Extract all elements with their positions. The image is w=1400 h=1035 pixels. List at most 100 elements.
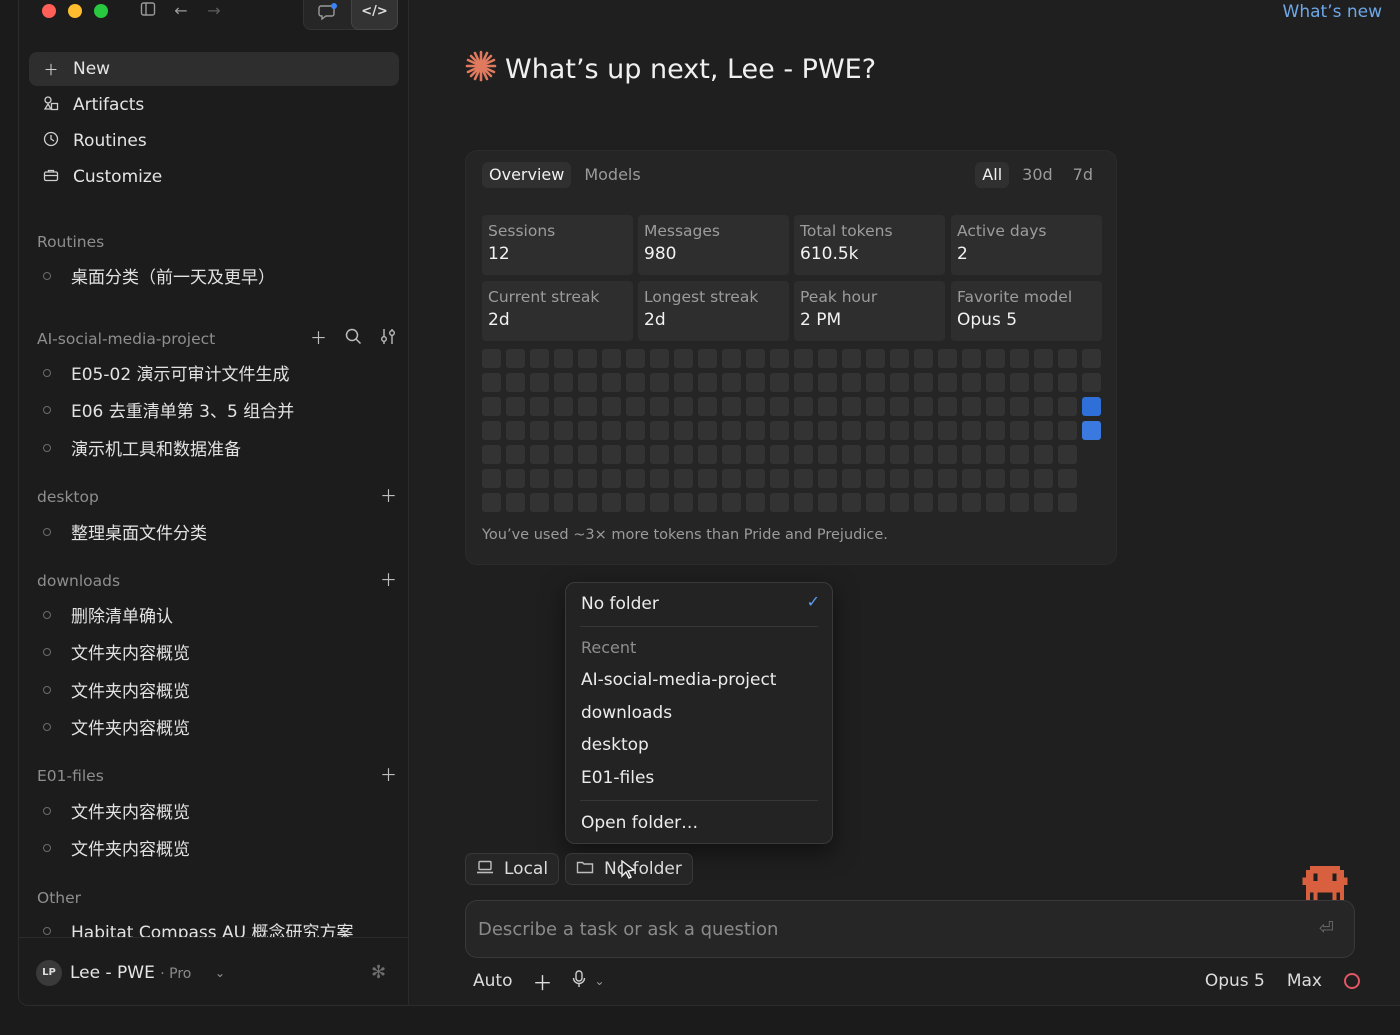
sparkle-settings-icon[interactable]: ✻	[371, 960, 386, 986]
list-item-label: 演示机工具和数据准备	[71, 440, 241, 460]
account-footer: LP Lee - PWE · Pro ⌄ ✻	[19, 937, 409, 1005]
list-item[interactable]: 删除清单确认	[37, 604, 397, 630]
list-item[interactable]: 文件夹内容概览	[37, 679, 397, 705]
add-icon[interactable]: ＋	[380, 486, 397, 508]
chevron-down-icon[interactable]: ⌄	[215, 960, 225, 986]
heatmap-cell	[770, 349, 789, 368]
heatmap-cell	[1058, 469, 1077, 488]
folder-option-recent[interactable]: AI-social-media-project	[581, 668, 776, 692]
heatmap-cell	[530, 493, 549, 512]
open-folder-option[interactable]: Open folder…	[581, 811, 698, 835]
list-item[interactable]: 整理桌面文件分类	[37, 521, 397, 547]
heatmap-cell	[602, 469, 621, 488]
back-arrow-icon[interactable]: ←	[170, 1, 192, 21]
heatmap-cell	[818, 373, 837, 392]
heatmap-cell	[578, 397, 597, 416]
chat-bubble-icon[interactable]	[318, 3, 338, 25]
section-ai-social-media-project: AI-social-media-project ＋	[37, 328, 397, 350]
stat-label: Favorite model	[957, 288, 1073, 306]
range-all[interactable]: All	[975, 162, 1010, 188]
effort-selector[interactable]: Max	[1287, 971, 1322, 991]
mode-selector[interactable]: Auto	[473, 971, 512, 991]
heatmap-cell	[554, 421, 573, 440]
stat-sessions: Sessions 12	[482, 215, 633, 275]
zoom-window-button[interactable]	[94, 4, 108, 18]
section-desktop: desktop ＋	[37, 486, 397, 508]
stat-label: Current streak	[488, 288, 600, 306]
heatmap-cell	[482, 349, 501, 368]
heatmap-cell	[626, 349, 645, 368]
list-item[interactable]: E05-02 演示可审计文件生成	[37, 362, 397, 388]
local-environment-chip[interactable]: Local	[465, 853, 560, 885]
nav-artifacts-label: Artifacts	[73, 95, 145, 115]
heatmap-cell	[482, 421, 501, 440]
add-attachment-icon[interactable]: ＋	[532, 967, 552, 996]
list-item[interactable]: 文件夹内容概览	[37, 716, 397, 742]
activity-heatmap	[482, 349, 1102, 519]
folder-option-no-folder[interactable]: No folder	[581, 592, 659, 616]
heatmap-cell	[554, 373, 573, 392]
sidebar-toggle-icon[interactable]	[137, 1, 159, 21]
code-view-button[interactable]: </>	[351, 0, 398, 30]
heatmap-cell	[530, 373, 549, 392]
heatmap-cell	[602, 445, 621, 464]
heatmap-cell	[746, 493, 765, 512]
heatmap-cell	[1058, 373, 1077, 392]
folder-option-recent[interactable]: desktop	[581, 733, 649, 757]
minimize-window-button[interactable]	[68, 4, 82, 18]
add-icon[interactable]: ＋	[380, 570, 397, 592]
tab-overview[interactable]: Overview	[482, 162, 572, 188]
heatmap-cell	[938, 349, 957, 368]
prompt-input[interactable]	[478, 913, 1278, 945]
close-window-button[interactable]	[42, 4, 56, 18]
stat-value: 610.5k	[800, 244, 859, 264]
nav-customize[interactable]: Customize	[29, 160, 399, 194]
stat-value: 2 PM	[800, 310, 842, 330]
folder-option-label: No folder	[581, 594, 659, 614]
status-dot-icon	[43, 723, 51, 731]
list-item[interactable]: 演示机工具和数据准备	[37, 437, 397, 463]
add-icon[interactable]: ＋	[380, 765, 397, 787]
heatmap-cell	[722, 349, 741, 368]
status-ring-icon[interactable]	[1344, 973, 1360, 989]
forward-arrow-icon[interactable]: →	[203, 1, 225, 21]
avatar[interactable]: LP	[36, 960, 62, 986]
whats-new-link[interactable]: What’s new	[1283, 2, 1382, 22]
heatmap-cell	[626, 397, 645, 416]
list-item[interactable]: Habitat Compass AU 概念研究方案	[37, 920, 397, 937]
heatmap-cell	[674, 349, 693, 368]
menu-divider	[580, 800, 818, 801]
list-item[interactable]: E06 去重清单第 3、5 组合并	[37, 399, 397, 425]
list-item[interactable]: 文件夹内容概览	[37, 641, 397, 667]
model-selector[interactable]: Opus 5	[1205, 971, 1265, 991]
tab-models[interactable]: Models	[577, 162, 647, 188]
account-switcher[interactable]: Lee - PWE · Pro	[70, 960, 191, 987]
heatmap-cell	[626, 373, 645, 392]
add-icon[interactable]: ＋	[310, 328, 327, 351]
list-item[interactable]: 文件夹内容概览	[37, 837, 397, 863]
heatmap-cell	[650, 445, 669, 464]
list-item[interactable]: 桌面分类（前一天及更早）	[37, 265, 397, 291]
list-item[interactable]: 文件夹内容概览	[37, 800, 397, 826]
range-30d[interactable]: 30d	[1015, 162, 1060, 188]
folder-option-recent[interactable]: downloads	[581, 701, 672, 725]
microphone-icon[interactable]	[572, 969, 586, 993]
chevron-down-icon[interactable]: ⌄	[594, 974, 604, 988]
search-icon[interactable]	[345, 328, 362, 351]
heatmap-cell	[746, 445, 765, 464]
heatmap-cell	[890, 493, 909, 512]
nav-routines[interactable]: Routines	[29, 124, 399, 158]
status-dot-icon	[43, 844, 51, 852]
nav-new[interactable]: ＋ New	[29, 52, 399, 86]
heatmap-cell	[746, 349, 765, 368]
heatmap-cell	[650, 373, 669, 392]
range-7d[interactable]: 7d	[1066, 162, 1100, 188]
heatmap-cell	[554, 349, 573, 368]
return-key-icon[interactable]: ⏎	[1319, 918, 1334, 939]
heatmap-cell	[866, 373, 885, 392]
heatmap-cell	[986, 421, 1005, 440]
nav-artifacts[interactable]: Artifacts	[29, 88, 399, 122]
filter-sliders-icon[interactable]	[380, 328, 397, 351]
folder-option-recent[interactable]: E01-files	[581, 766, 654, 790]
heatmap-cell	[650, 493, 669, 512]
